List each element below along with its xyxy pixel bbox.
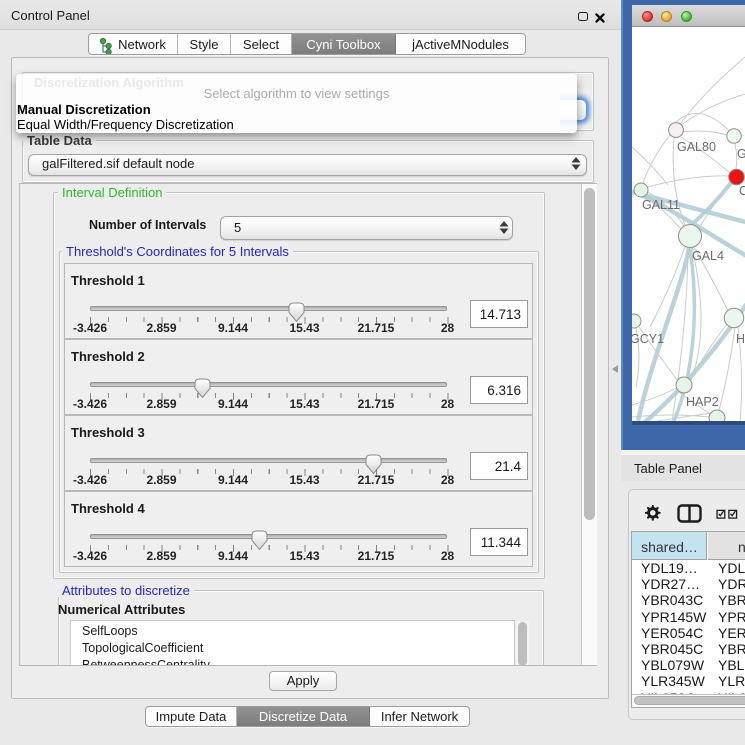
svg-text:HAP2: HAP2 <box>686 395 719 409</box>
svg-text:GA: GA <box>737 147 745 161</box>
svg-text:C: C <box>739 184 745 198</box>
svg-text:GAL80: GAL80 <box>677 140 716 154</box>
svg-text:H: H <box>736 332 745 346</box>
svg-text:GCY1: GCY1 <box>632 332 664 346</box>
svg-text:GAL11: GAL11 <box>642 198 680 212</box>
svg-text:GAL4: GAL4 <box>692 249 724 263</box>
